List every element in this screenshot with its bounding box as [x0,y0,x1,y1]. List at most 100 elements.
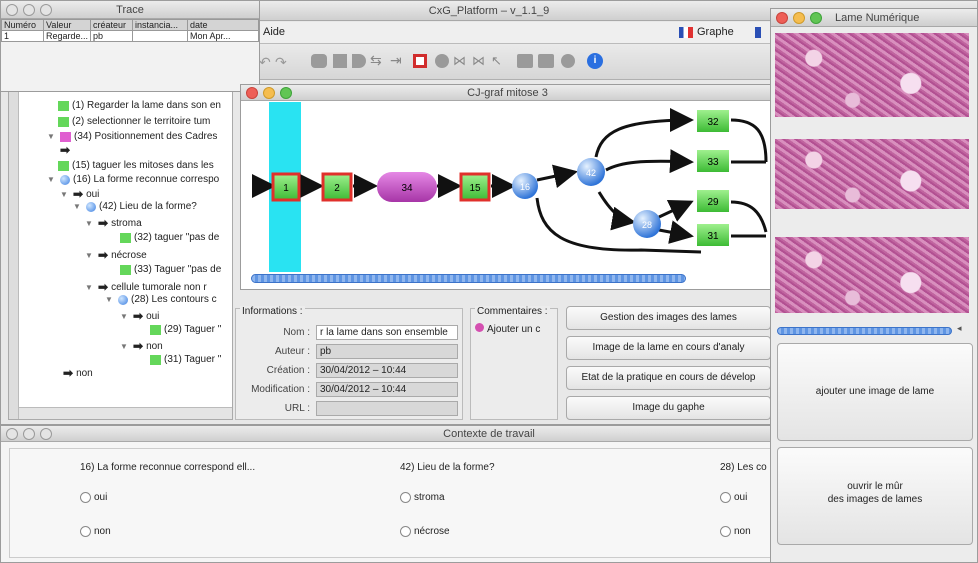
graph-node-16[interactable]: 16 [512,173,538,199]
undo-icon[interactable]: ↶ [259,54,271,71]
info-icon[interactable]: i [587,53,603,69]
minimize-button[interactable] [793,12,805,24]
tree-item[interactable]: ▼ ➡ stroma [85,216,142,230]
tree-item[interactable]: ▼ ➡ nécrose [85,248,147,262]
tree-item[interactable]: (31) Taguer " [150,354,221,365]
graph-node-28[interactable]: 28 [633,210,661,238]
zoom-button[interactable] [40,4,52,16]
frame-icon[interactable] [413,54,427,68]
tree-item[interactable]: (32) taguer "pas de [120,232,219,243]
radio-icon[interactable] [80,492,91,503]
radio-16-oui[interactable]: oui [80,492,107,503]
disclosure-triangle-icon[interactable]: ▼ [47,175,57,184]
circle-icon[interactable] [435,54,449,68]
scroll-left-icon[interactable]: ◂ [957,323,962,334]
tree-item[interactable]: (1) Regarder la lame dans son en [58,100,221,111]
zoom-button[interactable] [810,12,822,24]
tree-item[interactable]: ▼ ➡ non [120,339,163,353]
node-icon[interactable] [311,54,327,68]
align-icon[interactable]: ⋈ [453,53,466,69]
radio-42-stroma[interactable]: stroma [400,492,445,503]
graph-node-2[interactable]: 2 [321,172,353,202]
practice-state-button[interactable]: Etat de la pratique en cours de dévelop [566,366,771,390]
tree-item[interactable]: (15) taguer les mitoses dans les [58,160,214,171]
tree-item[interactable]: (29) Taguer " [150,324,221,335]
tree-item[interactable]: ▼ (28) Les contours c [105,294,217,305]
nom-field[interactable]: r la lame dans son ensemble [316,325,458,340]
radio-icon[interactable] [720,526,731,537]
column-header[interactable]: créateur [90,19,134,31]
column-header[interactable]: instancia... [132,19,189,31]
graph-node-33[interactable]: 33 [697,150,729,172]
redo-icon[interactable]: ↷ [275,54,287,71]
radio-icon[interactable] [720,492,731,503]
column-header[interactable]: Valeur [42,19,92,31]
table-row[interactable]: 1 Regarde... pb Mon Apr... [1,30,259,42]
graph-image-button[interactable]: Image du gaphe [566,396,771,420]
close-button[interactable] [246,87,258,99]
link-icon[interactable]: ⇆ [370,52,382,69]
radio-16-non[interactable]: non [80,526,111,537]
record-icon[interactable] [561,54,575,68]
minimize-button[interactable] [263,87,275,99]
minimize-button[interactable] [23,4,35,16]
slide-image-2[interactable] [775,139,969,209]
graph-node-29[interactable]: 29 [697,190,729,212]
graph-node-34[interactable]: 34 [377,172,437,202]
graph-node-32[interactable]: 32 [697,110,729,132]
tree-item[interactable]: (2) selectionner le territoire tum [58,116,210,127]
slides-scrollbar[interactable] [777,327,952,335]
graph-node-42[interactable]: 42 [577,158,605,186]
creation-field[interactable]: 30/04/2012 – 10:44 [316,363,458,378]
tree-item[interactable]: ▼ ➡ oui [120,309,159,323]
graph-node-31[interactable]: 31 [697,224,729,246]
radio-28-non[interactable]: non [720,526,751,537]
graph-node-15[interactable]: 15 [459,172,491,202]
current-slide-image-button[interactable]: Image de la lame en cours d'analy [566,336,771,360]
split-icon[interactable]: ⋈ [472,53,485,69]
radio-icon[interactable] [400,526,411,537]
tree-item[interactable]: ▼ (16) La forme reconnue correspo [47,174,219,185]
tree-item[interactable]: ▼ ➡ oui [60,187,99,201]
folder-icon[interactable] [538,54,554,68]
slide-image-1[interactable] [775,33,969,117]
menu-aide[interactable]: Aide [263,26,285,38]
radio-icon[interactable] [80,526,91,537]
minimize-button[interactable] [23,428,35,440]
disclosure-triangle-icon[interactable]: ▼ [105,295,115,304]
add-slide-image-button[interactable]: ajouter une image de lame [777,343,973,441]
trace-table[interactable]: Numéro Valeur créateur instancia... date… [1,19,259,42]
disclosure-triangle-icon[interactable]: ▼ [85,283,95,292]
rect-icon[interactable] [333,54,347,68]
disclosure-triangle-icon[interactable]: ▼ [73,202,83,211]
tree-item[interactable]: (33) Taguer "pas de [120,264,221,275]
graph-horizontal-scrollbar[interactable] [251,274,686,283]
tree-scrollbar-left[interactable] [9,81,19,419]
open-image-wall-button[interactable]: ouvrir le mûr des images de lames [777,447,973,545]
cursor-icon[interactable]: ↖ [491,53,502,69]
close-button[interactable] [776,12,788,24]
disclosure-triangle-icon[interactable]: ▼ [85,251,95,260]
graph-node-1[interactable]: 1 [271,172,301,202]
auteur-field[interactable]: pb [316,344,458,359]
disclosure-triangle-icon[interactable]: ▼ [120,312,130,321]
tree-item[interactable]: ➡ [60,143,73,157]
column-header[interactable]: Numéro [1,19,44,31]
disclosure-triangle-icon[interactable]: ▼ [85,219,95,228]
column-header[interactable]: date [187,19,259,31]
zoom-button[interactable] [40,428,52,440]
url-field[interactable] [316,401,458,416]
tree-item[interactable]: ▼ ➡ cellule tumorale non r [85,280,207,294]
slide-image-3[interactable] [775,237,969,313]
radio-28-oui[interactable]: oui [720,492,747,503]
workflow-graph[interactable]: 1 2 34 15 16 42 28 32 33 29 31 [241,102,774,272]
zoom-button[interactable] [280,87,292,99]
disclosure-triangle-icon[interactable]: ▼ [60,190,70,199]
add-comment-item[interactable]: Ajouter un c [475,323,540,335]
close-button[interactable] [6,4,18,16]
tree-item[interactable]: ▼ (34) Positionnement des Cadres [47,131,217,142]
close-button[interactable] [6,428,18,440]
tree-item[interactable]: ➡ non [63,366,93,380]
folder-open-icon[interactable] [517,54,533,68]
radio-icon[interactable] [400,492,411,503]
